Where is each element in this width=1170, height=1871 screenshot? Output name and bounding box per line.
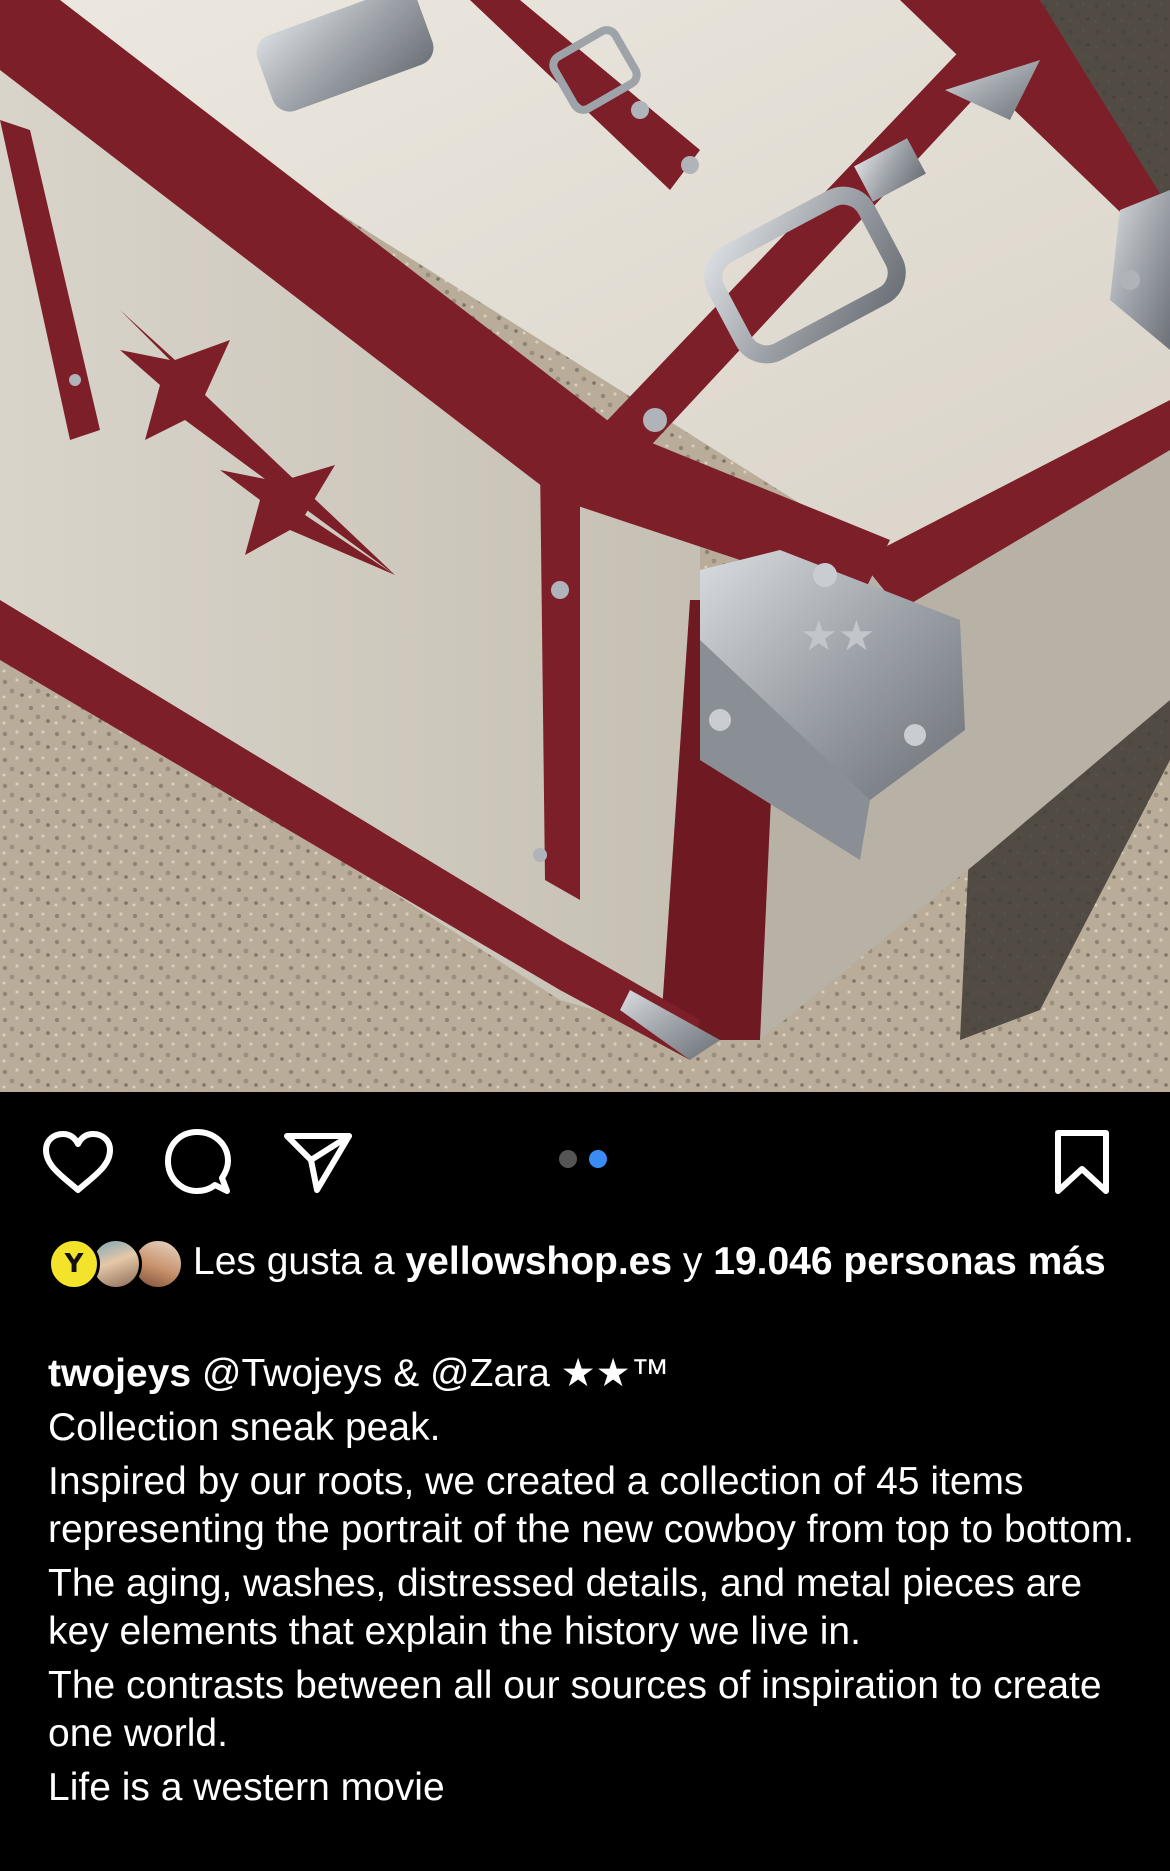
caption-headline: twojeys @Twojeys & @Zara ★★™	[48, 1350, 1138, 1398]
svg-text:★★: ★★	[800, 611, 875, 660]
like-button[interactable]	[38, 1122, 118, 1202]
comment-button[interactable]	[158, 1122, 238, 1202]
caption-line: Life is a western movie	[48, 1766, 445, 1809]
avatar-letter: Y	[64, 1249, 84, 1279]
likes-count-link[interactable]: 19.046 personas más	[713, 1240, 1105, 1283]
send-icon	[284, 1133, 352, 1193]
carousel-indicator	[559, 1150, 607, 1168]
liker-username-link[interactable]: yellowshop.es	[405, 1240, 672, 1283]
save-button[interactable]	[1042, 1122, 1122, 1202]
carousel-dot	[559, 1150, 577, 1168]
heart-icon	[43, 1131, 113, 1193]
instagram-post-screen: ★★ Y Les gusta a yellowshop.es y 19.046 …	[0, 0, 1170, 1871]
comment-icon	[165, 1129, 231, 1194]
caption-line: The contrasts between all our sources of…	[48, 1664, 1102, 1755]
likes-prefix: Les gusta a	[193, 1240, 406, 1283]
avatar: Y	[48, 1238, 100, 1290]
likes-conjunction: y	[672, 1240, 714, 1283]
carousel-dot-active	[589, 1150, 607, 1168]
bookmark-icon	[1055, 1130, 1109, 1194]
liker-avatars: Y	[48, 1238, 188, 1294]
caption-line: The aging, washes, distressed details, a…	[48, 1562, 1083, 1653]
caption-line: Inspired by our roots, we created a coll…	[48, 1460, 1135, 1551]
post-photo[interactable]: ★★	[0, 0, 1170, 1092]
likes-summary: Les gusta a yellowshop.es y 19.046 perso…	[193, 1238, 1143, 1286]
caption-line: Collection sneak peak.	[48, 1406, 441, 1449]
author-username[interactable]: twojeys	[48, 1352, 191, 1395]
post-caption: twojeys @Twojeys & @Zara ★★™ Collection …	[48, 1350, 1138, 1818]
caption-headline-text: @Twojeys & @Zara ★★™	[191, 1352, 670, 1395]
share-button[interactable]	[278, 1122, 358, 1202]
